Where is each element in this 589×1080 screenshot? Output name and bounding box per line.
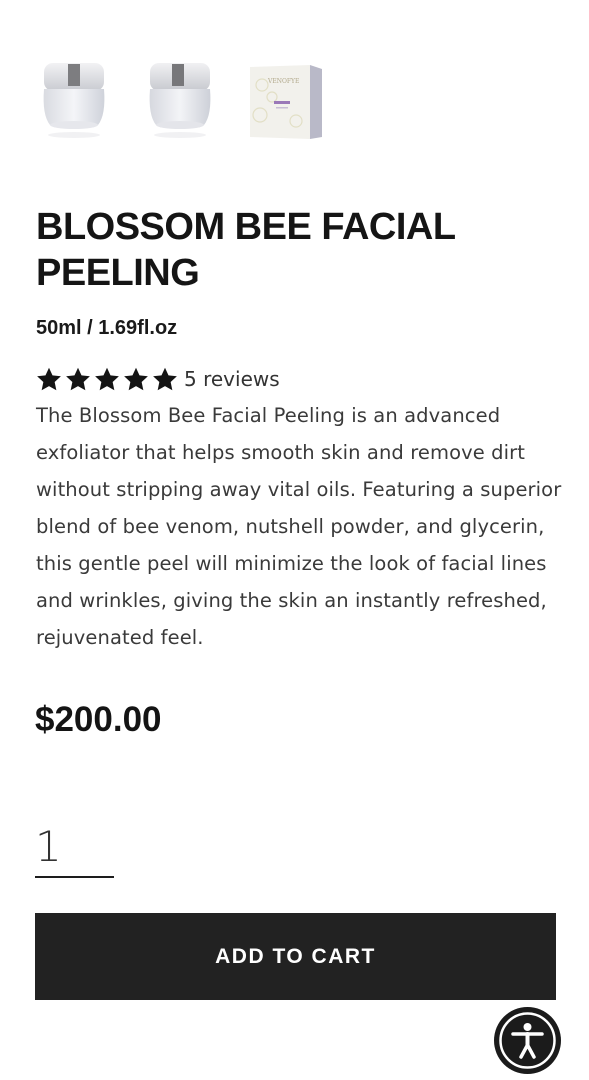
star-icon [151,366,179,392]
quantity-field-wrapper [35,818,114,878]
product-gallery: VENOFYE [36,55,324,143]
star-icon [64,366,92,392]
thumbnail-jar-angle[interactable] [142,55,218,143]
star-icon [93,366,121,392]
product-size: 50ml / 1.69fl.oz [36,317,178,339]
product-title: BLOSSOM BEE FACIAL PEELING [36,206,455,294]
product-description: The Blossom Bee Facial Peeling is an adv… [36,404,562,649]
box-brand-text: VENOFYE [267,78,299,85]
product-rating[interactable]: 5 reviews [35,366,280,392]
thumbnail-product-box[interactable]: VENOFYE [248,55,324,143]
reviews-link[interactable]: 5 reviews [184,367,280,391]
accessibility-icon [499,1012,556,1069]
accessibility-button[interactable] [494,1007,561,1074]
thumbnail-jar-front[interactable] [36,55,112,143]
add-to-cart-button[interactable]: ADD TO CART [35,913,556,1000]
star-icon [35,366,63,392]
product-price: $200.00 [35,700,162,739]
star-rating [35,366,179,392]
star-icon [122,366,150,392]
quantity-input[interactable] [35,818,114,874]
